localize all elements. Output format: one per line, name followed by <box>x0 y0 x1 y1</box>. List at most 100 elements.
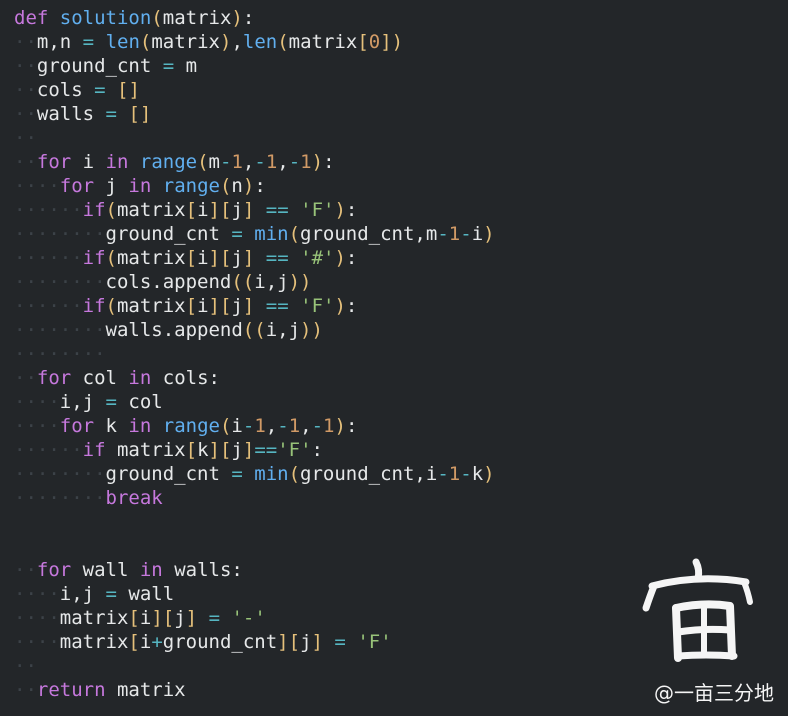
code-line: ······if(matrix[i][j] == '#'): <box>0 246 788 270</box>
code-token: ) <box>483 463 495 485</box>
code-token: == <box>265 295 289 317</box>
code-token: len <box>105 31 140 53</box>
code-line: ··for col in cols: <box>0 366 788 390</box>
code-line: ········ground_cnt = min(ground_cnt,m-1-… <box>0 222 788 246</box>
code-token: in <box>139 559 163 581</box>
code-token: = <box>334 631 346 653</box>
code-token: j <box>231 199 243 221</box>
code-token: ] <box>242 247 255 269</box>
code-token: ] <box>208 439 220 461</box>
code-token: in <box>128 415 152 437</box>
code-token: [ <box>185 247 198 269</box>
code-token: [ <box>288 631 301 653</box>
code-token: ) <box>311 151 324 173</box>
code-token: ) <box>483 223 495 245</box>
code-token: matrix <box>105 679 186 701</box>
code-token: ) <box>334 295 346 317</box>
code-token: i <box>71 151 106 173</box>
code-token: j <box>231 295 243 317</box>
code-token: k <box>471 463 484 485</box>
code-token: in <box>128 367 152 389</box>
code-token: i <box>197 247 209 269</box>
indent-guide: ·· <box>14 31 37 53</box>
code-token: [ <box>219 247 232 269</box>
code-token: : <box>345 199 358 221</box>
code-token: i <box>139 631 152 653</box>
indent-guide: ···· <box>14 415 60 437</box>
code-token: 1 <box>265 151 278 173</box>
indent-guide: ········ <box>14 463 106 485</box>
code-token: : <box>345 247 358 269</box>
code-token: - <box>288 151 301 173</box>
code-token: j <box>94 175 129 197</box>
indent-guide: ···· <box>14 631 60 653</box>
indent-guide: ·· <box>14 55 37 77</box>
code-token: in <box>128 175 152 197</box>
code-token: ] <box>242 295 255 317</box>
code-token: j <box>174 607 186 629</box>
code-line: ······if matrix[k][j]=='F': <box>0 438 788 462</box>
code-token: ground_cnt <box>105 463 232 485</box>
code-token: i <box>197 199 209 221</box>
code-line: ········cols.append((i,j)) <box>0 270 788 294</box>
code-token: ( <box>197 151 209 173</box>
code-token: ] <box>185 607 198 629</box>
code-token: ( <box>151 7 163 29</box>
code-token: if <box>82 439 106 461</box>
code-token: solution <box>59 7 152 29</box>
code-token: 1 <box>323 415 335 437</box>
code-token: [ <box>219 439 232 461</box>
code-token: - <box>220 151 232 173</box>
code-token: len <box>242 31 278 53</box>
code-line: ··m,n = len(matrix),len(matrix[0]) <box>0 30 788 54</box>
code-token: range <box>162 415 220 437</box>
indent-guide: ·· <box>14 679 37 701</box>
code-token: if <box>82 199 106 221</box>
code-token: in <box>105 151 129 173</box>
code-token: ground_cnt <box>36 55 163 77</box>
code-token: [ <box>185 439 198 461</box>
code-token: matrix <box>59 607 129 629</box>
indent-guide: ······ <box>14 439 83 461</box>
code-token: [ <box>357 31 369 53</box>
code-token: ( <box>139 31 152 53</box>
code-line: def solution(matrix): <box>0 6 788 30</box>
code-token: break <box>105 487 163 509</box>
code-token: for <box>59 175 95 197</box>
indent-guide: ·· <box>14 103 37 125</box>
code-token: : <box>323 151 335 173</box>
code-line: ····i,j = col <box>0 390 788 414</box>
indent-guide: ···· <box>14 391 60 413</box>
code-token: matrix <box>116 295 186 317</box>
code-token: , <box>300 415 312 437</box>
code-line: ·· <box>0 126 788 150</box>
code-token: , <box>265 415 278 437</box>
code-line: ····for k in range(i-1,-1,-1): <box>0 414 788 438</box>
watermark-glyph-icon <box>642 558 753 662</box>
code-token: 1 <box>254 415 266 437</box>
code-token: - <box>460 463 472 485</box>
code-token: 1 <box>300 151 312 173</box>
code-line: ······if(matrix[i][j] == 'F'): <box>0 198 788 222</box>
code-token: n <box>231 175 243 197</box>
code-token: return <box>36 679 106 701</box>
code-token: col <box>71 367 129 389</box>
code-token: walls: <box>162 559 243 581</box>
code-token: i <box>471 223 484 245</box>
code-token: walls <box>36 103 106 125</box>
code-line: ········ <box>0 342 788 366</box>
code-token: )) <box>288 271 312 293</box>
code-token: i,j <box>254 271 289 293</box>
code-token: == <box>265 199 289 221</box>
code-token: k <box>197 439 209 461</box>
code-token: wall <box>116 583 175 605</box>
code-token: i <box>139 607 152 629</box>
code-token: matrix <box>151 31 220 53</box>
code-token: (( <box>242 319 266 341</box>
